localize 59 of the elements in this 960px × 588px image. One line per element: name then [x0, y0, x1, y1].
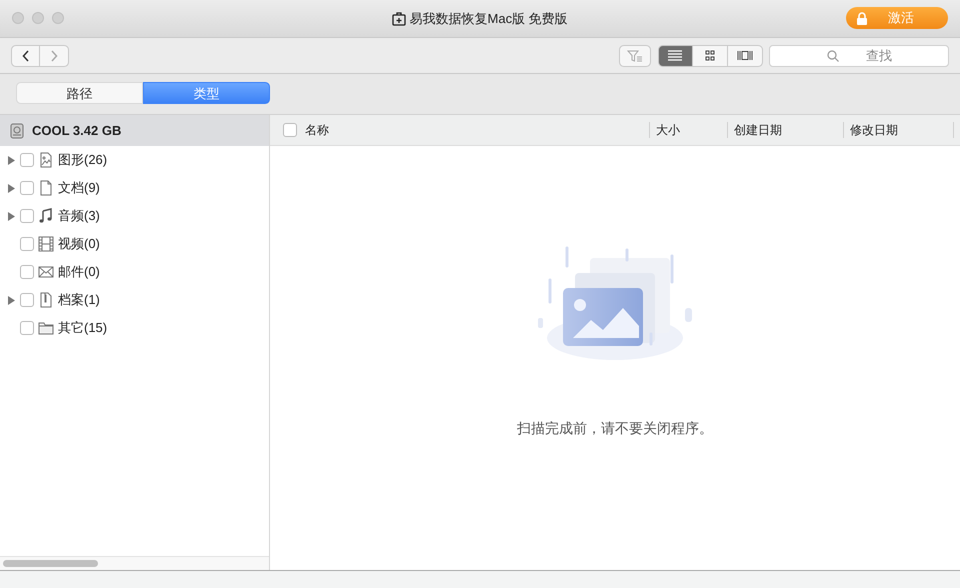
- document-icon: [38, 180, 54, 196]
- cover-flow-view-icon: [736, 49, 752, 62]
- checkbox[interactable]: [20, 265, 34, 279]
- filter-icon: [627, 50, 643, 62]
- category-label[interactable]: 文档(9): [58, 178, 100, 198]
- tree-row[interactable]: 图形(26): [0, 146, 268, 174]
- envelope-icon: [38, 264, 54, 280]
- tree-row[interactable]: 档案(1): [0, 286, 268, 314]
- checkbox[interactable]: [20, 293, 34, 307]
- segment-tab[interactable]: 路径: [16, 82, 143, 104]
- checkbox[interactable]: [20, 321, 34, 335]
- scrollbar-thumb[interactable]: [3, 560, 98, 567]
- window-title: 易我数据恢复Mac版 免费版: [410, 10, 568, 28]
- search-icon: [827, 50, 839, 62]
- filter-button[interactable]: [619, 44, 651, 66]
- close-button[interactable]: [12, 12, 24, 24]
- chevron-right-icon: [50, 50, 58, 62]
- drive-icon: [10, 122, 24, 138]
- grid-view-button[interactable]: [692, 44, 728, 66]
- expand-arrow-icon[interactable]: [8, 212, 15, 220]
- tree-row[interactable]: 视频(0): [0, 230, 268, 258]
- zip-file-icon: [38, 292, 54, 308]
- list-view-button[interactable]: [658, 44, 692, 66]
- lock-icon: [856, 12, 868, 24]
- empty-state-message: 扫描完成前，请不要关闭程序。: [516, 418, 713, 438]
- minimize-button[interactable]: [32, 12, 44, 24]
- column-header[interactable]: 名称: [305, 123, 329, 137]
- select-all-checkbox[interactable]: [282, 123, 296, 137]
- zoom-button[interactable]: [52, 12, 64, 24]
- chevron-left-icon: [22, 50, 30, 62]
- cover-flow-view-button[interactable]: [728, 44, 762, 66]
- folder-icon: [38, 320, 54, 336]
- checkbox[interactable]: [20, 209, 34, 223]
- category-label[interactable]: 图形(26): [58, 150, 108, 170]
- expand-arrow-icon[interactable]: [8, 296, 15, 304]
- search-field[interactable]: 查找: [769, 44, 949, 66]
- category-label[interactable]: 其它(15): [58, 318, 108, 338]
- category-label[interactable]: 邮件(0): [58, 262, 100, 282]
- film-icon: [38, 236, 54, 252]
- tree-row[interactable]: 音频(3): [0, 202, 268, 230]
- back-button[interactable]: [11, 44, 40, 66]
- tree-row[interactable]: 文档(9): [0, 174, 268, 202]
- category-label[interactable]: 音频(3): [58, 206, 100, 226]
- checkbox[interactable]: [20, 237, 34, 251]
- tree-row[interactable]: 其它(15): [0, 314, 268, 342]
- toolbox-icon: [392, 12, 406, 26]
- checkbox[interactable]: [20, 153, 34, 167]
- expand-arrow-icon[interactable]: [8, 184, 15, 192]
- column-header[interactable]: 大小: [656, 123, 680, 137]
- expand-arrow-icon[interactable]: [8, 156, 15, 164]
- category-label[interactable]: 档案(1): [58, 290, 100, 310]
- image-file-icon: [38, 152, 54, 168]
- tree-row[interactable]: 邮件(0): [0, 258, 268, 286]
- list-view-icon: [667, 49, 683, 62]
- column-header[interactable]: 创建日期: [734, 123, 782, 137]
- column-header[interactable]: 修改日期: [850, 123, 898, 137]
- category-label[interactable]: 视频(0): [58, 234, 100, 254]
- checkbox[interactable]: [20, 181, 34, 195]
- music-note-icon: [38, 208, 54, 224]
